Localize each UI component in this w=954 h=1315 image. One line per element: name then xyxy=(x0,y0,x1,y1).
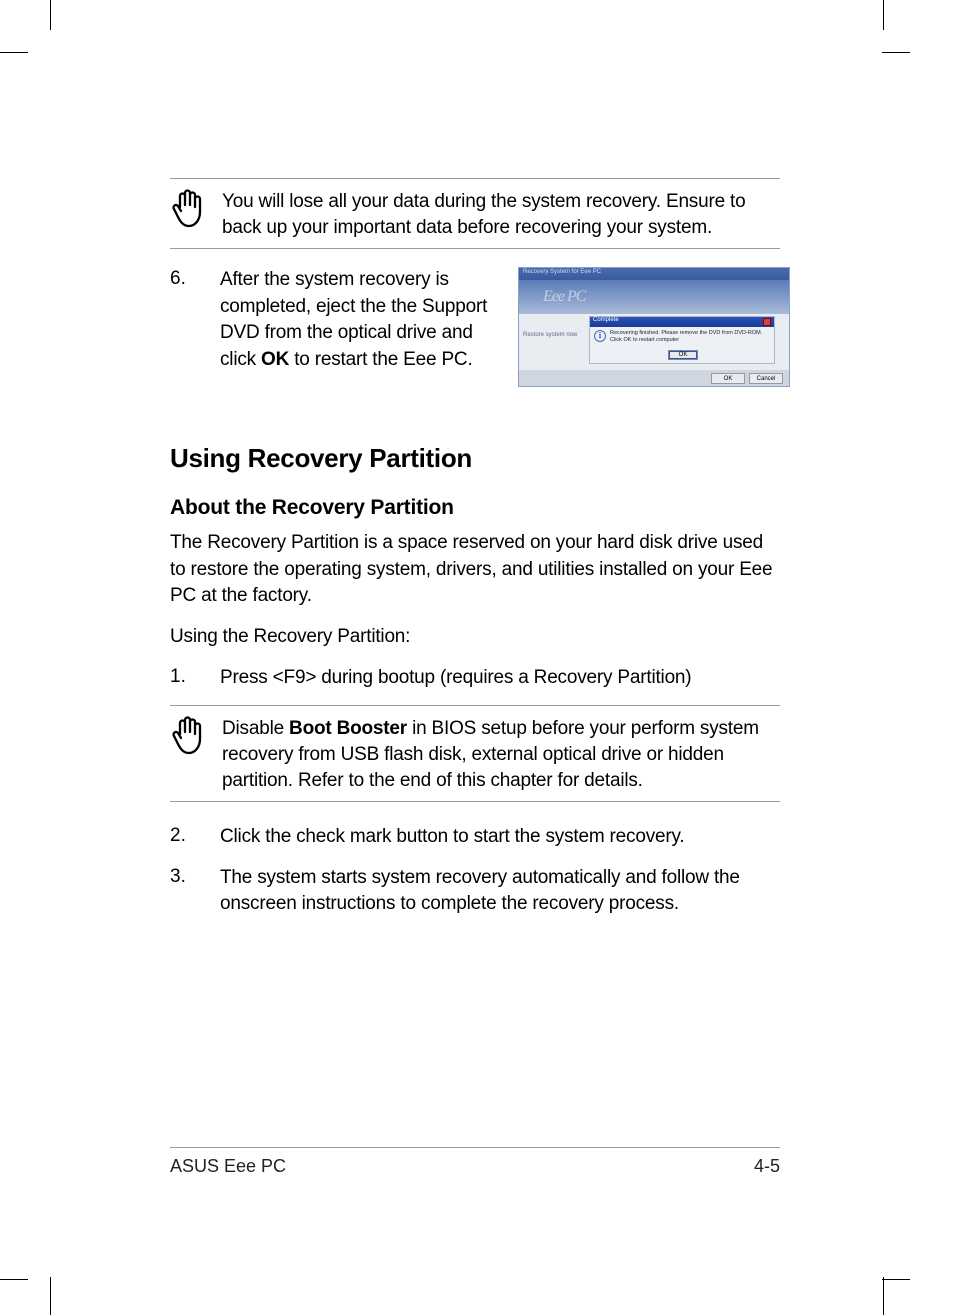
screenshot-dialog-msg-line1: Recovering finished. Please remove the D… xyxy=(610,330,762,336)
screenshot-footer: OK Cancel xyxy=(519,370,789,386)
page-footer: ASUS Eee PC 4-5 xyxy=(170,1147,780,1177)
warning-note: Disable Boot Booster in BIOS setup befor… xyxy=(170,705,780,802)
crop-mark xyxy=(0,1279,28,1280)
warning-text: You will lose all your data during the s… xyxy=(222,187,780,240)
screenshot-dialog-titlebar: Complete xyxy=(590,317,774,327)
screenshot-banner-text: Eee PC xyxy=(543,288,585,306)
note2-text-bold: Boot Booster xyxy=(289,718,407,739)
screenshot-banner: Eee PC xyxy=(519,280,789,314)
screenshot-illustration: Recovery System for Eee PC Eee PC Restor… xyxy=(518,267,790,387)
screenshot-dialog-title: Complete xyxy=(593,317,619,327)
step-item: 2. Click the check mark button to start … xyxy=(170,824,780,851)
step-text: After the system recovery is completed, … xyxy=(220,267,500,387)
hand-stop-icon xyxy=(170,714,210,763)
step-item: 1. Press <F9> during bootup (requires a … xyxy=(170,665,780,692)
warning-text: Disable Boot Booster in BIOS setup befor… xyxy=(222,714,780,793)
screenshot-dialog-ok-button: OK xyxy=(668,350,698,360)
crop-mark xyxy=(882,1279,910,1280)
step-text: The system starts system recovery automa… xyxy=(220,865,780,918)
body-paragraph: The Recovery Partition is a space reserv… xyxy=(170,530,780,610)
step-item: 3. The system starts system recovery aut… xyxy=(170,865,780,918)
subsection-heading: About the Recovery Partition xyxy=(170,496,780,520)
step-number: 2. xyxy=(170,824,220,847)
crop-mark xyxy=(0,52,28,53)
screenshot-footer-ok-button: OK xyxy=(711,373,745,384)
crop-mark xyxy=(883,1277,884,1315)
crop-mark xyxy=(50,1277,51,1315)
screenshot-sidebar-label: Restore system now xyxy=(523,332,577,338)
screenshot-titlebar: Recovery System for Eee PC xyxy=(519,268,789,280)
step6-text-post: to restart the Eee PC. xyxy=(289,349,472,370)
section-heading: Using Recovery Partition xyxy=(170,443,780,474)
step-item: 6. After the system recovery is complete… xyxy=(170,267,780,387)
hand-stop-icon xyxy=(170,187,210,236)
footer-product-name: ASUS Eee PC xyxy=(170,1156,286,1177)
warning-note: You will lose all your data during the s… xyxy=(170,178,780,249)
screenshot-footer-cancel-button: Cancel xyxy=(749,373,783,384)
body-paragraph: Using the Recovery Partition: xyxy=(170,624,780,651)
crop-mark xyxy=(50,0,51,30)
screenshot-dialog-message: Recovering finished. Please remove the D… xyxy=(610,330,762,343)
crop-mark xyxy=(883,0,884,30)
step-number: 1. xyxy=(170,665,220,688)
footer-page-number: 4-5 xyxy=(754,1156,780,1177)
step-text: Press <F9> during bootup (requires a Rec… xyxy=(220,665,691,692)
page: You will lose all your data during the s… xyxy=(0,0,954,1315)
screenshot-dialog: Complete i Recovering finished. Please r… xyxy=(589,316,775,364)
crop-mark xyxy=(882,52,910,53)
close-icon xyxy=(763,318,771,326)
note2-text-pre: Disable xyxy=(222,718,289,739)
step-number: 3. xyxy=(170,865,220,888)
info-icon: i xyxy=(594,330,606,342)
step-number: 6. xyxy=(170,267,220,290)
step-text: Click the check mark button to start the… xyxy=(220,824,684,851)
step6-text-bold: OK xyxy=(261,349,289,370)
screenshot-dialog-msg-line2: Click OK to restart computer xyxy=(610,337,679,343)
